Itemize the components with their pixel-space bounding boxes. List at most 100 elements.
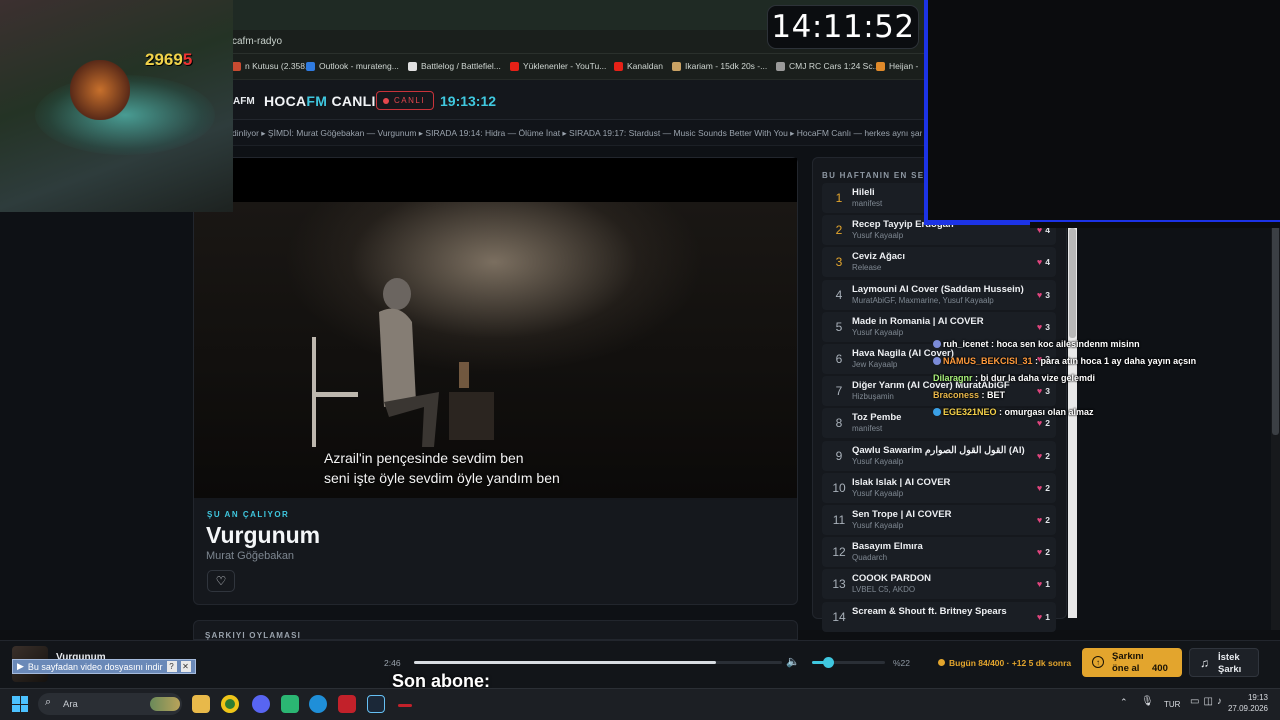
chat-text: : omurgası olan almaz	[996, 407, 1094, 417]
chart-row[interactable]: 9 Qawlu Sawarim القول القول الصوارم (AI) Y…	[822, 440, 1056, 471]
volume-knob[interactable]	[823, 657, 835, 668]
page-icon	[776, 61, 785, 71]
now-playing-title: Vurgunum	[206, 522, 321, 548]
heart-icon: ♥	[1036, 418, 1043, 429]
site-title-prefix: HOCA	[264, 93, 307, 109]
site-title-suffix: CANLI	[327, 93, 376, 109]
chart-row[interactable]: 14 Scream & Shout ft. Britney Spears ♥ 1	[822, 601, 1056, 632]
outlook-icon	[306, 61, 315, 71]
chat-text: : para atın hoca 1 ay daha yayın açsın	[1032, 356, 1197, 366]
webcam-overlay	[924, 0, 1280, 225]
app-icon-2[interactable]	[398, 704, 412, 707]
video-download-bar[interactable]: ▶ Bu sayfadan video dosyasını indir? ✕	[12, 659, 196, 674]
chart-like-count[interactable]: ♥ 3	[1037, 386, 1050, 396]
bookmark-label[interactable]: Battlelog / Battlefiel...	[421, 61, 501, 71]
now-playing-artist: Murat Göğebakan	[206, 550, 295, 562]
chart-like-count[interactable]: ♥ 4	[1037, 257, 1050, 267]
like-count-value: 2	[1045, 515, 1050, 525]
chart-like-count[interactable]: ♥ 2	[1037, 418, 1050, 428]
chart-like-count[interactable]: ♥ 2	[1037, 515, 1050, 525]
taskbar-date[interactable]: 27.09.2026	[1220, 704, 1268, 713]
chart-song-title: Basayım Elmıra	[852, 541, 923, 553]
chart-like-count[interactable]: ♥ 3	[1037, 322, 1050, 332]
chart-rank: 3	[835, 255, 843, 270]
close-icon[interactable]: ✕	[180, 661, 191, 672]
chart-song-artist: Yusuf Kayaalp	[852, 456, 904, 466]
discord-icon[interactable]	[252, 695, 270, 713]
site-title-fm: FM	[306, 93, 328, 109]
taskbar-time[interactable]: 19:13	[1228, 693, 1268, 702]
chart-row[interactable]: 11 Sen Trope | AI COVER Yusuf Kayaalp ♥ 2	[822, 505, 1056, 535]
video-player[interactable]: Azrail'in pençesinde sevdim ben seni işt…	[194, 158, 797, 498]
stream-clock-text: 14:11:52	[771, 9, 915, 45]
chart-like-count[interactable]: ♥ 2	[1037, 547, 1050, 557]
volume-icon[interactable]: 🔈	[786, 655, 800, 668]
bookmark-item[interactable]: Kanaldan	[614, 61, 663, 71]
bookmark-label[interactable]: Yüklenenler - YouTu...	[523, 61, 606, 71]
live-dot-icon	[383, 97, 389, 104]
progress-fill	[414, 661, 716, 664]
song-request-button[interactable]: ♫ İstek Şarkı	[1189, 648, 1259, 677]
heart-icon: ♥	[1036, 450, 1043, 461]
file-explorer-icon[interactable]	[192, 695, 210, 713]
help-icon[interactable]: ?	[166, 661, 177, 672]
download-bar-text[interactable]: Bu sayfadan video dosyasını indir	[28, 662, 163, 672]
taskbar-search-label[interactable]: Ara	[63, 699, 78, 710]
priority-song-button[interactable]: ↑ Şarkını öne al 400	[1082, 648, 1182, 677]
chat-message: Dilaragnr : bi dur la daha vize gelemdi	[933, 373, 1095, 383]
bookmark-label[interactable]: Outlook - murateng...	[319, 61, 399, 71]
like-count-value: 1	[1045, 611, 1050, 622]
windows-start-icon[interactable]	[12, 696, 28, 712]
heart-icon: ♥	[1036, 515, 1043, 525]
chevron-up-icon[interactable]: ⌃	[1120, 697, 1128, 708]
chrome-icon[interactable]	[221, 695, 239, 713]
music-note-icon: ♫	[1200, 656, 1209, 670]
bookmark-label[interactable]: CMJ RC Cars 1:24 Sc...	[789, 61, 880, 71]
steam-icon[interactable]	[367, 695, 385, 713]
chart-like-count[interactable]: ♥ 1	[1037, 579, 1050, 589]
chart-rank: 7	[835, 384, 843, 399]
language-indicator[interactable]: TUR	[1164, 700, 1180, 709]
chat-text: : BET	[979, 390, 1006, 400]
heart-icon: ♥	[1036, 579, 1043, 590]
chart-scrollbar-thumb[interactable]	[1069, 228, 1076, 338]
app-icon[interactable]	[281, 695, 299, 713]
chart-row[interactable]: 3 Ceviz Ağacı Release ♥ 4	[822, 247, 1056, 278]
bookmark-label[interactable]: Ikariam - 15dk 20s -...	[685, 61, 767, 71]
bookmark-item[interactable]: Heijan -	[876, 61, 918, 71]
chart-song-title: Scream & Shout ft. Britney Spears	[852, 605, 1007, 617]
chat-message: EGE321NEO : omurgası olan almaz	[933, 407, 1094, 417]
chat-username: Braconess	[933, 390, 980, 400]
chart-like-count[interactable]: ♥ 2	[1037, 451, 1050, 461]
edge-icon[interactable]	[309, 695, 327, 713]
chart-row[interactable]: 4 Laymouni AI Cover (Saddam Hussein) Murat…	[822, 279, 1056, 310]
bookmark-label[interactable]: Heijan -	[889, 61, 918, 71]
chart-row[interactable]: 13 COOOK PARDON LVBEL C5, AKDO ♥ 1	[822, 569, 1056, 600]
bookmark-item[interactable]: Outlook - murateng...	[306, 61, 399, 71]
game-app-icon[interactable]	[338, 695, 356, 713]
chart-like-count[interactable]: ♥ 2	[1037, 483, 1050, 493]
chart-row[interactable]: 5 Made in Romania | AI COVER Yusuf Kayaalp…	[822, 311, 1056, 342]
chart-song-title: Laymouni AI Cover (Saddam Hussein)	[852, 283, 1024, 295]
address-url[interactable]: cafm-radyo	[232, 36, 282, 47]
bookmark-item[interactable]: Yüklenenler - YouTu...	[510, 61, 606, 71]
like-count-value: 2	[1045, 418, 1050, 429]
bookmark-item[interactable]: Ikariam - 15dk 20s -...	[672, 61, 767, 71]
bookmark-label[interactable]: n Kutusu (2.358...	[245, 61, 312, 71]
chart-song-title: COOOK PARDON	[852, 573, 931, 585]
bookmark-item[interactable]: Battlelog / Battlefiel...	[408, 61, 501, 71]
game-score-red-digit: 5	[182, 50, 193, 69]
bookmark-label[interactable]: Kanaldan	[627, 61, 663, 71]
chart-row[interactable]: 12 Basayım Elmıra Quadarch ♥ 2	[822, 537, 1056, 568]
bookmark-item[interactable]: n Kutusu (2.358...	[232, 61, 312, 71]
chart-row[interactable]: 10 Islak Islak | AI COVER Yusuf Kayaalp ♥ 2	[822, 472, 1056, 503]
webcam-overlay-edge	[1030, 222, 1280, 228]
bookmark-item[interactable]: CMJ RC Cars 1:24 Sc...	[776, 61, 880, 71]
site-logo[interactable]: AFM	[233, 96, 255, 107]
microphone-icon[interactable]: 🎙	[1141, 696, 1154, 707]
chart-song-title: Qawlu Sawarim القول القول الصوارم (AI)	[852, 444, 1025, 456]
like-button[interactable]: ♡	[207, 570, 235, 592]
heart-outline-icon: ♡	[215, 574, 227, 588]
chart-like-count[interactable]: ♥ 1	[1037, 612, 1050, 622]
chart-like-count[interactable]: ♥ 3	[1037, 290, 1050, 300]
